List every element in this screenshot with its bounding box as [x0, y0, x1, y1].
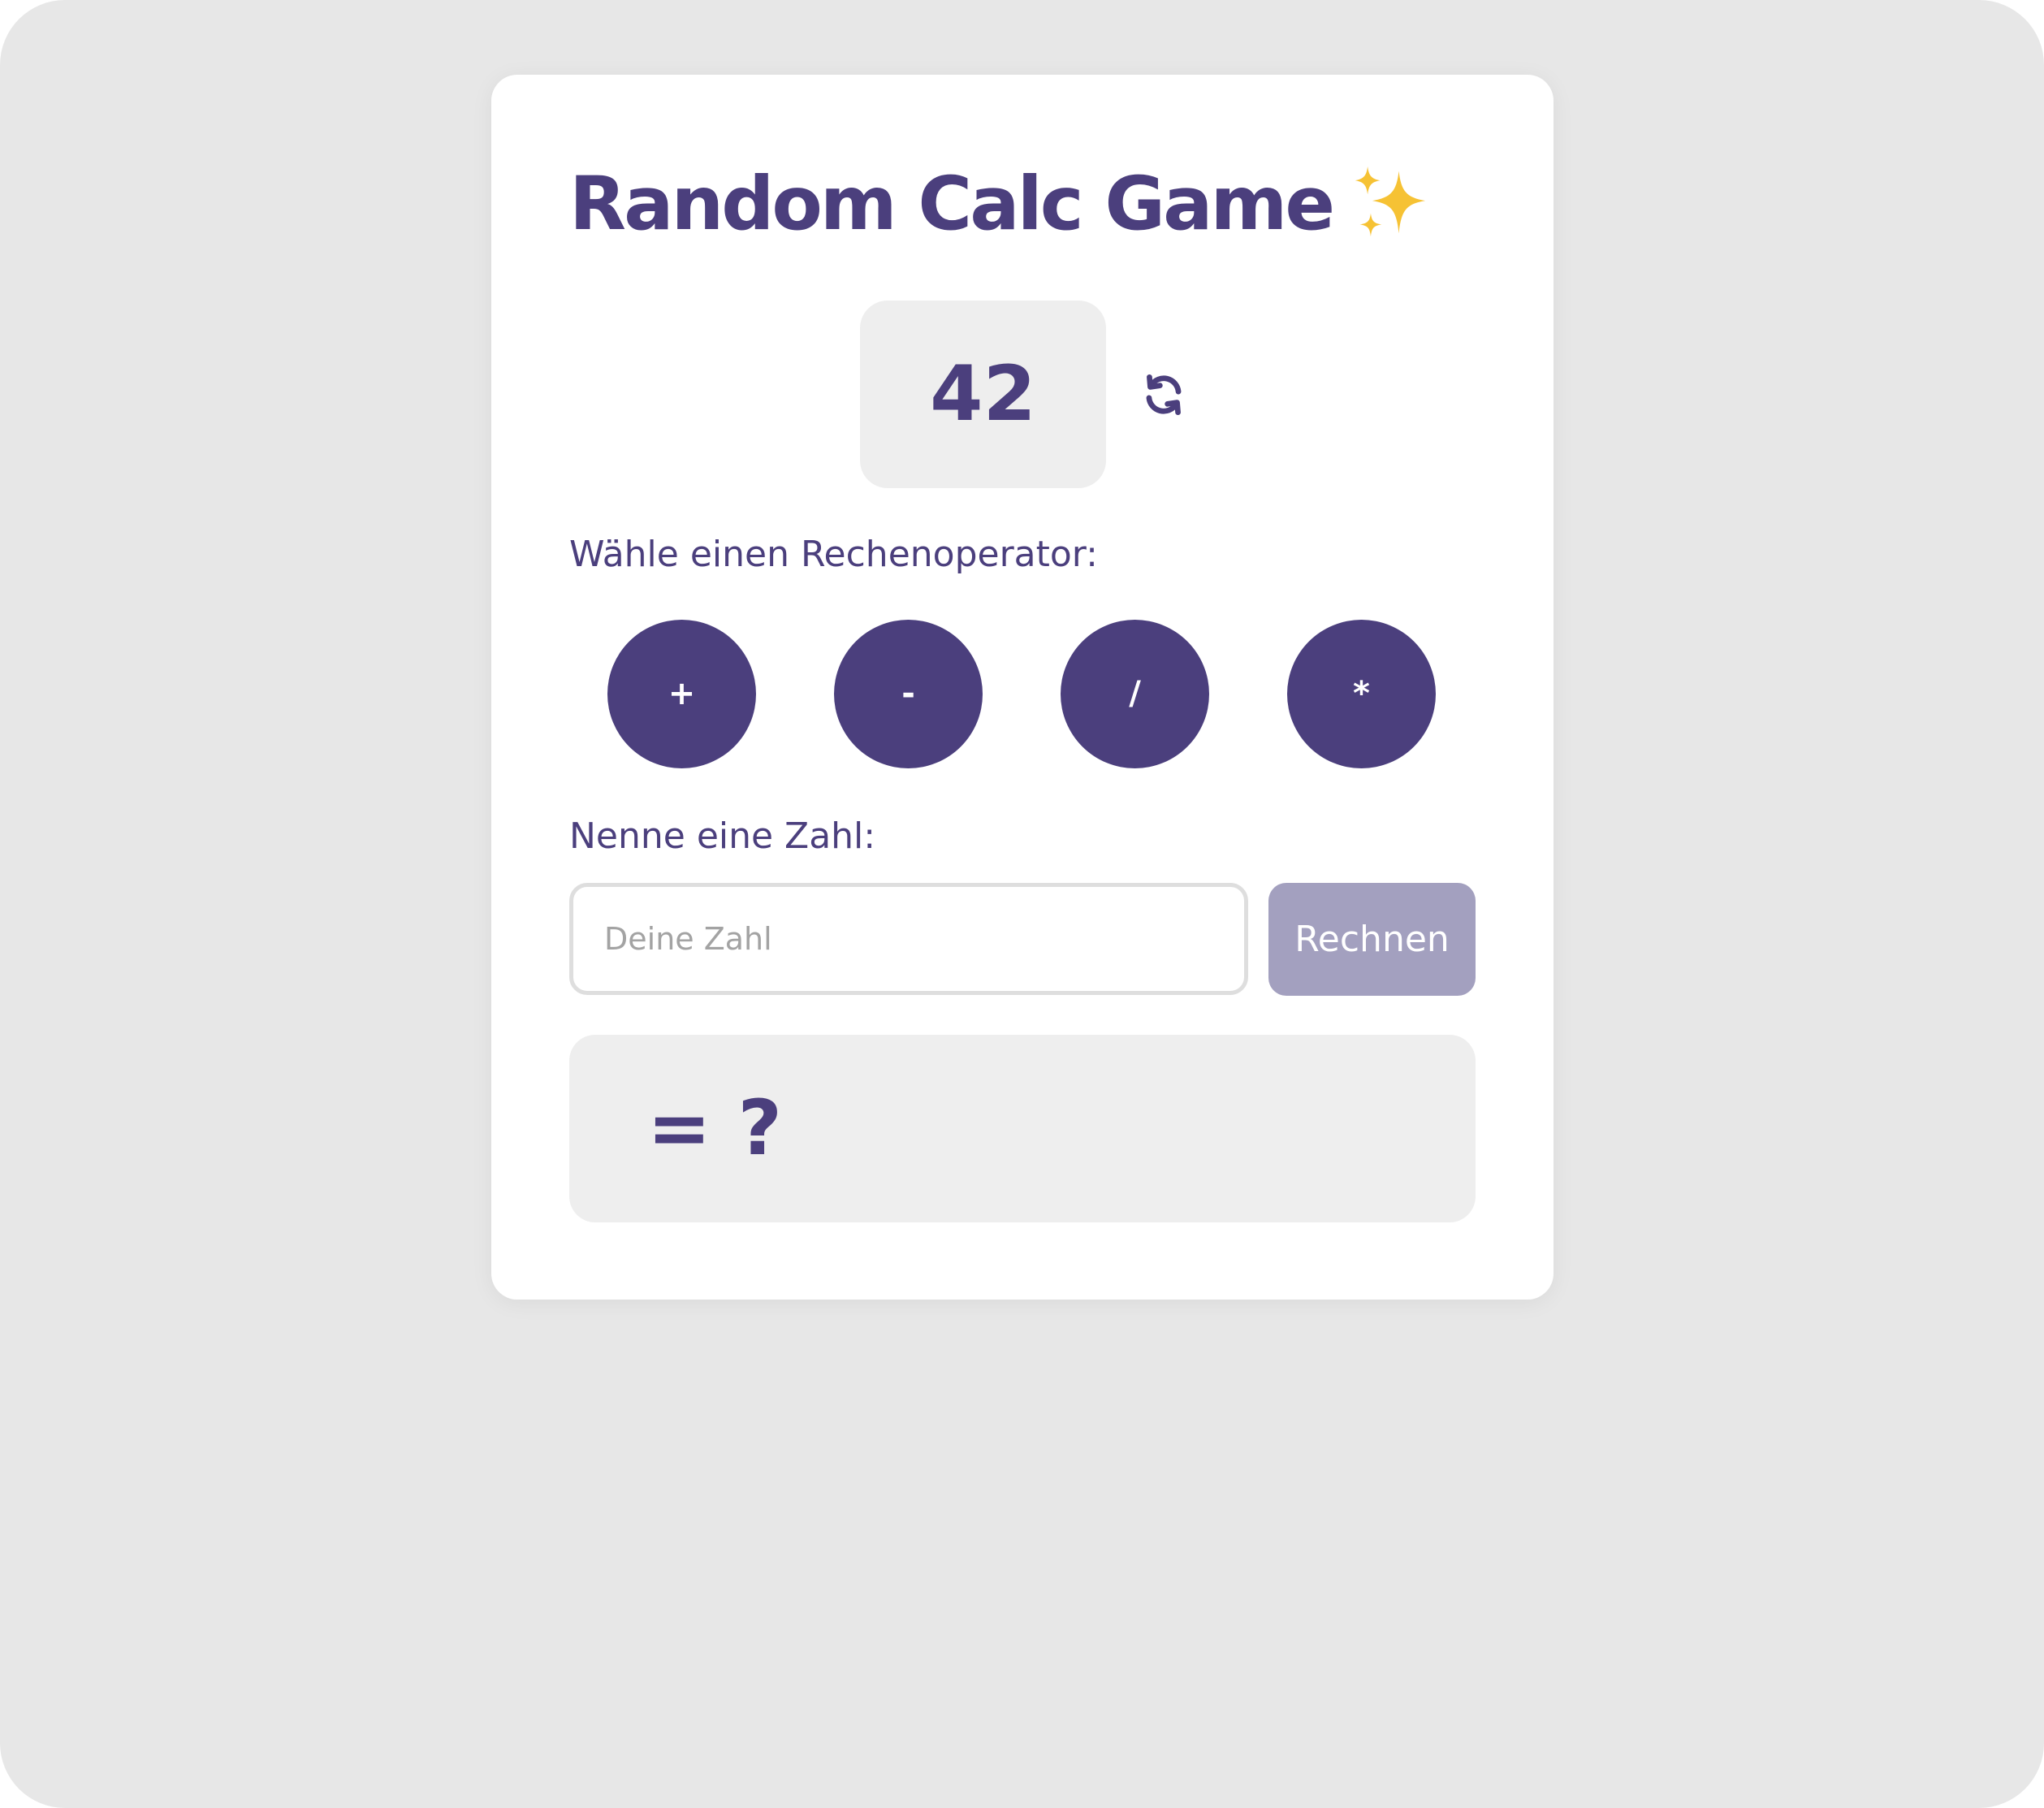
operator-label: Wähle einen Rechenoperator:: [569, 534, 1098, 575]
calculate-button[interactable]: Rechnen: [1268, 883, 1476, 996]
app-background: Random Calc Game 42 Wähle einen Rechenop…: [0, 0, 2044, 1808]
operator-button-plus[interactable]: +: [607, 620, 756, 768]
random-number-display: 42: [860, 301, 1106, 488]
number-input-label: Nenne eine Zahl:: [569, 815, 876, 857]
operator-button-minus[interactable]: -: [834, 620, 983, 768]
result-panel: = ?: [569, 1035, 1476, 1222]
refresh-icon[interactable]: [1139, 370, 1189, 420]
page-title: Random Calc Game: [569, 156, 1428, 253]
result-text: = ?: [647, 1084, 783, 1173]
game-card: Random Calc Game 42 Wähle einen Rechenop…: [491, 75, 1554, 1300]
operator-button-divide[interactable]: /: [1061, 620, 1209, 768]
operator-button-multiply[interactable]: *: [1287, 620, 1436, 768]
number-input[interactable]: [569, 883, 1248, 995]
sparkles-icon: [1350, 163, 1428, 241]
page-title-text: Random Calc Game: [569, 162, 1335, 247]
